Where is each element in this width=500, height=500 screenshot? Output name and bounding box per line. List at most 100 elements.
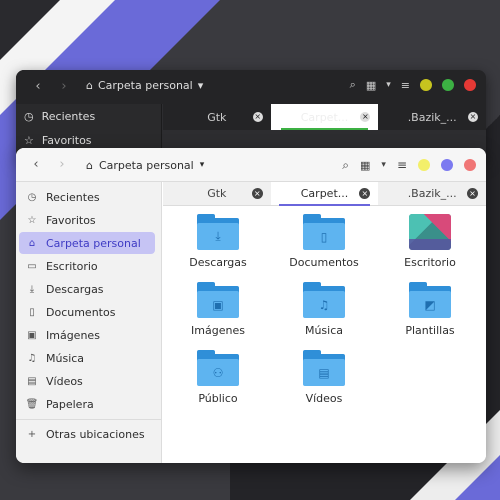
sidebar-item-papelera[interactable]: 🗑︎ Papelera (19, 393, 155, 415)
chevron-down-icon[interactable]: ▾ (381, 160, 386, 170)
clock-icon: ◷ (27, 191, 37, 203)
close-icon[interactable]: × (360, 112, 371, 122)
dark-tab-bar: Gtk × Carpet... × .Bazik_... × (163, 104, 486, 130)
download-icon: ⤓ (29, 283, 35, 295)
dark-tab-gtk[interactable]: Gtk × (163, 104, 271, 130)
sidebar-item-label: Imágenes (46, 328, 100, 342)
file-item-documentos[interactable]: ▯ Documentos (274, 214, 374, 269)
tab-label: Gtk (207, 187, 227, 200)
tab-label: .Bazik_... (407, 187, 457, 200)
maximize-button[interactable] (441, 159, 453, 171)
file-label: Descargas (189, 256, 247, 269)
home-icon: ⌂ (28, 237, 36, 249)
folder-icon: ▯ (303, 214, 345, 250)
folder-icon: ▣ (197, 282, 239, 318)
document-icon: ▯ (29, 306, 35, 318)
close-button[interactable] (464, 159, 476, 171)
trash-icon: 🗑︎ (25, 398, 39, 410)
sidebar-item-label: Recientes (46, 190, 100, 204)
tab-bazik[interactable]: .Bazik_... × (378, 182, 486, 205)
dark-tab-bazik[interactable]: .Bazik_... × (378, 104, 486, 130)
sidebar-item-documentos[interactable]: ▯ Documentos (19, 301, 155, 323)
document-icon: ▯ (320, 229, 328, 244)
back-icon[interactable]: ‹ (26, 155, 46, 175)
view-grid-icon[interactable]: ▦ (360, 159, 370, 172)
tab-carpeta[interactable]: Carpet... × (270, 182, 379, 206)
dark-path-label: Carpeta personal (97, 79, 193, 92)
dark-sidebar-item-recientes[interactable]: ◷ Recientes (16, 104, 161, 128)
sidebar-item-label: Otras ubicaciones (46, 427, 145, 441)
dark-sidebar-label: Recientes (41, 109, 96, 123)
sidebar-item-imagenes[interactable]: ▣ Imágenes (19, 324, 155, 346)
close-icon[interactable]: × (468, 112, 479, 122)
dark-tab-carpeta[interactable]: Carpet... × (270, 104, 379, 130)
file-manager-window: ‹ › ⌂ Carpeta personal ▾ ⌕ ▦ ▾ ≡ ◷ Recie… (16, 148, 486, 463)
dark-tab-label: Gtk (207, 110, 227, 124)
file-item-imagenes[interactable]: ▣ Imágenes (168, 282, 268, 337)
close-button[interactable] (464, 79, 476, 91)
tab-gtk[interactable]: Gtk × (163, 182, 271, 205)
sidebar-item-label: Escritorio (46, 259, 98, 273)
sidebar-item-escritorio[interactable]: ▭ Escritorio (19, 255, 155, 277)
star-icon: ☆ (24, 133, 34, 147)
search-icon[interactable]: ⌕ (350, 78, 356, 92)
image-icon: ▣ (212, 297, 224, 312)
download-icon: ⤓ (215, 229, 221, 243)
dark-path-button[interactable]: ⌂ Carpeta personal ▾ (86, 79, 203, 92)
back-icon[interactable]: ‹ (26, 79, 50, 94)
menu-icon[interactable]: ≡ (401, 79, 410, 92)
view-grid-icon[interactable]: ▦ (366, 79, 376, 92)
tab-label: Carpet... (300, 187, 349, 200)
close-icon[interactable]: × (252, 112, 263, 122)
file-item-escritorio[interactable]: Escritorio (380, 214, 480, 269)
sidebar: ◷ Recientes ☆ Favoritos ⌂ Carpeta person… (16, 182, 162, 463)
tab-bar: Gtk × Carpet... × .Bazik_... × (163, 182, 486, 206)
background-dark-corner (0, 0, 60, 60)
file-label: Público (198, 392, 238, 405)
video-icon: ▤ (27, 375, 37, 387)
file-label: Música (304, 324, 344, 337)
file-item-plantillas[interactable]: ◩ Plantillas (380, 282, 480, 337)
minimize-button[interactable] (420, 79, 432, 91)
file-item-videos[interactable]: ▤ Vídeos (274, 350, 374, 405)
sidebar-item-musica[interactable]: ♫ Música (19, 347, 155, 369)
close-icon[interactable]: × (467, 188, 479, 199)
close-icon[interactable]: × (251, 188, 263, 199)
file-item-publico[interactable]: ⚇ Público (168, 350, 268, 405)
folder-icon: ♫ (303, 282, 345, 318)
chevron-down-icon[interactable]: ▾ (386, 80, 391, 90)
forward-icon[interactable]: › (52, 79, 76, 94)
image-icon: ▣ (27, 329, 37, 341)
sidebar-item-otras-ubicaciones[interactable]: + Otras ubicaciones (19, 423, 155, 445)
file-item-descargas[interactable]: ⤓ Descargas (168, 214, 268, 269)
file-label: Imágenes (191, 324, 245, 337)
sidebar-item-carpeta-personal[interactable]: ⌂ Carpeta personal (19, 232, 155, 254)
header-actions: ⌕ ▦ ▾ ≡ (342, 155, 476, 175)
menu-icon[interactable]: ≡ (397, 158, 407, 172)
chevron-down-icon: ▾ (199, 160, 205, 170)
file-grid: ⤓ Descargas ▯ Documentos Escritorio ▣ Im… (163, 206, 486, 463)
sidebar-item-videos[interactable]: ▤ Vídeos (19, 370, 155, 392)
dark-header-bar: ‹ › ⌂ Carpeta personal ▾ ⌕ ▦ ▾ ≡ (16, 70, 486, 104)
maximize-button[interactable] (442, 79, 454, 91)
sidebar-item-favoritos[interactable]: ☆ Favoritos (19, 209, 155, 231)
home-icon: ⌂ (86, 79, 93, 92)
folder-icon: ▤ (303, 350, 345, 386)
folder-icon: ▭ (27, 260, 37, 272)
folder-icon: ⚇ (197, 350, 239, 386)
sidebar-item-label: Carpeta personal (46, 236, 141, 250)
people-icon: ⚇ (212, 365, 224, 380)
sidebar-item-recientes[interactable]: ◷ Recientes (19, 186, 155, 208)
sidebar-item-descargas[interactable]: ⤓ Descargas (19, 278, 155, 300)
star-icon: ☆ (27, 214, 37, 226)
path-label: Carpeta personal (98, 158, 194, 172)
path-button[interactable]: ⌂ Carpeta personal ▾ (86, 155, 204, 175)
close-icon[interactable]: × (359, 188, 371, 199)
file-label: Vídeos (305, 392, 343, 405)
file-item-musica[interactable]: ♫ Música (274, 282, 374, 337)
minimize-button[interactable] (418, 159, 430, 171)
file-label: Plantillas (405, 324, 455, 337)
search-icon[interactable]: ⌕ (342, 158, 349, 173)
folder-icon: ◩ (409, 282, 451, 318)
forward-icon[interactable]: › (52, 155, 72, 175)
